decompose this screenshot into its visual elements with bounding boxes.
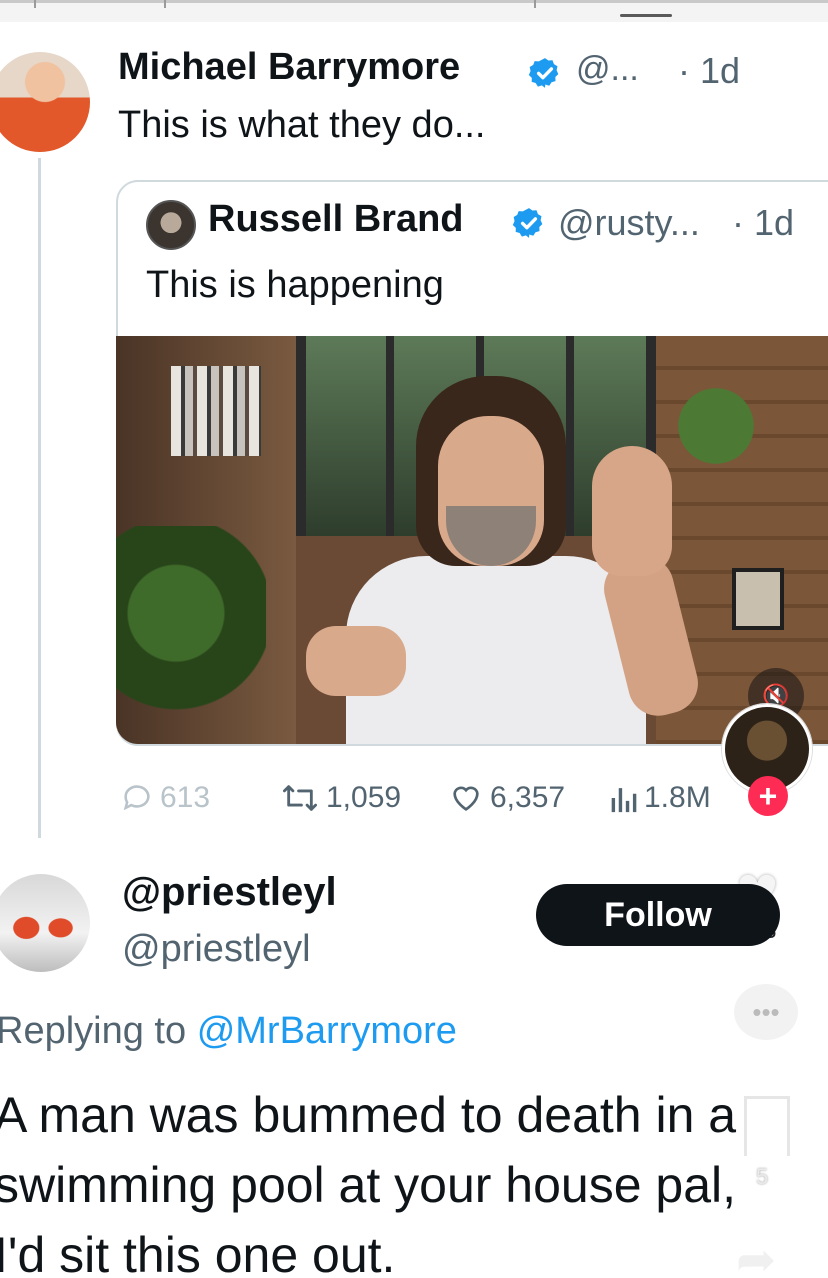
main-tweet-handle[interactable]: @... [576, 50, 639, 89]
follow-button[interactable]: Follow [536, 884, 780, 946]
replying-mention-link[interactable]: @MrBarrymore [197, 1010, 457, 1052]
top-bar-divider [164, 0, 166, 8]
reply-author-name[interactable]: @priestleyl [122, 870, 337, 915]
bookmark-icon[interactable] [744, 1096, 790, 1156]
quoted-tweet-handle: @rusty... [558, 202, 700, 243]
reply-text-line: I'd sit this one out. [0, 1227, 396, 1278]
share-arrow-icon[interactable]: ➦ [736, 1232, 776, 1278]
reply-author-handle[interactable]: @priestleyl [122, 928, 311, 971]
raised-hand [592, 446, 672, 576]
plant-left [116, 526, 266, 744]
speech-bubble-icon [123, 785, 150, 811]
books [171, 366, 261, 456]
reply-count-value: 613 [160, 781, 211, 814]
verified-badge-icon [528, 58, 559, 88]
heart-icon [453, 786, 479, 811]
reply-text-line: A man was bummed to death in a [0, 1087, 737, 1143]
thread-connector-line [38, 158, 41, 838]
view-count[interactable]: 1.8M [608, 776, 711, 820]
like-count-value: 6,357 [490, 781, 566, 814]
retweet-icon [283, 785, 318, 811]
like-count[interactable]: 6,357 [448, 776, 565, 820]
more-options-icon[interactable]: ⋮ [816, 45, 828, 75]
comment-icon[interactable]: ••• [734, 984, 798, 1040]
verified-badge-icon [512, 208, 543, 238]
top-bar [0, 0, 828, 22]
quoted-tweet-time: · 1d [732, 202, 795, 243]
view-count-value: 1.8M [644, 781, 711, 814]
top-bar-indicator [620, 14, 672, 17]
gesturing-hand [306, 626, 406, 696]
retweet-count-value: 1,059 [326, 781, 402, 814]
top-bar-divider [534, 0, 536, 8]
speaker-figure [306, 376, 726, 744]
quoted-tweet-text: This is happening [146, 264, 444, 306]
follow-plus-icon[interactable]: + [748, 776, 788, 816]
bar-chart-icon [611, 788, 637, 813]
main-tweet-text: This is what they do... [118, 104, 486, 146]
main-tweet-author-name[interactable]: Michael Barrymore [118, 46, 460, 89]
replying-to-line: Replying to @MrBarrymore [0, 1010, 457, 1053]
russell-brand-avatar [146, 200, 196, 250]
replying-prefix: Replying to [0, 1010, 187, 1052]
quoted-tweet-author-name: Russell Brand [208, 198, 464, 240]
top-bar-divider [34, 0, 36, 8]
overlay-bookmark-count: 5 [756, 1164, 769, 1189]
reply-count[interactable]: 613 [120, 776, 210, 820]
video-thumbnail[interactable] [116, 336, 828, 744]
priestleyl-avatar[interactable] [0, 874, 90, 972]
more-options-icon[interactable]: ⋮ [816, 895, 828, 925]
top-edge [0, 0, 828, 3]
retweet-count[interactable]: 1,059 [280, 776, 401, 820]
picture-frame [732, 568, 784, 630]
reply-text-line: swimming pool at your house pal, [0, 1157, 737, 1213]
main-tweet-time[interactable]: · 1d [678, 50, 740, 92]
michael-barrymore-avatar[interactable] [0, 52, 90, 152]
